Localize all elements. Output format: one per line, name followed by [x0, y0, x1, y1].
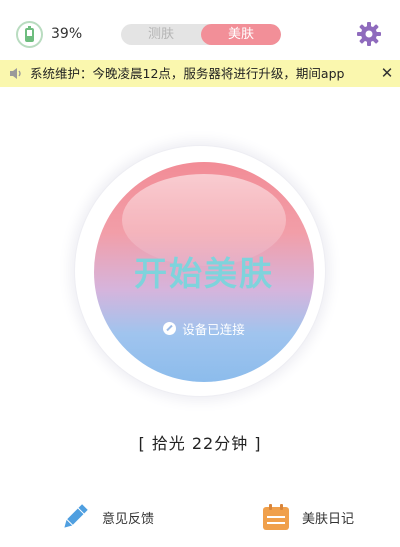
tab-skin-care[interactable]: 美肤: [201, 24, 281, 45]
device-status: 设备已连接: [94, 319, 314, 338]
gear-icon[interactable]: [356, 21, 382, 47]
feedback-button[interactable]: 意见反馈: [60, 497, 154, 537]
battery-cell: [25, 25, 34, 42]
device-status-text: 设备已连接: [182, 322, 245, 337]
notice-text: 系统维护：今晚凌晨12点，服务器将进行升级，期间app: [30, 66, 345, 81]
mode-switch: 测肤 美肤: [121, 24, 281, 45]
tab-skin-test[interactable]: 测肤: [121, 24, 201, 45]
top-bar: 39% 测肤 美肤: [0, 0, 400, 60]
speaker-icon: [10, 68, 21, 79]
mode-duration-status: [ 拾光 22分钟 ]: [138, 434, 262, 453]
notice-banner: 系统维护：今晚凌晨12点，服务器将进行升级，期间app ✕: [0, 60, 400, 87]
pencil-icon: [64, 504, 88, 528]
close-icon[interactable]: ✕: [378, 63, 396, 83]
battery-icon: [16, 21, 43, 48]
feedback-label: 意见反馈: [102, 511, 155, 527]
calendar-icon: [263, 504, 289, 530]
skin-diary-button[interactable]: 美肤日记: [262, 497, 354, 537]
link-icon: [163, 322, 177, 335]
battery-percent: 39%: [51, 26, 83, 42]
start-care-label[interactable]: 开始美肤: [94, 247, 314, 295]
skin-diary-label: 美肤日记: [302, 511, 355, 527]
